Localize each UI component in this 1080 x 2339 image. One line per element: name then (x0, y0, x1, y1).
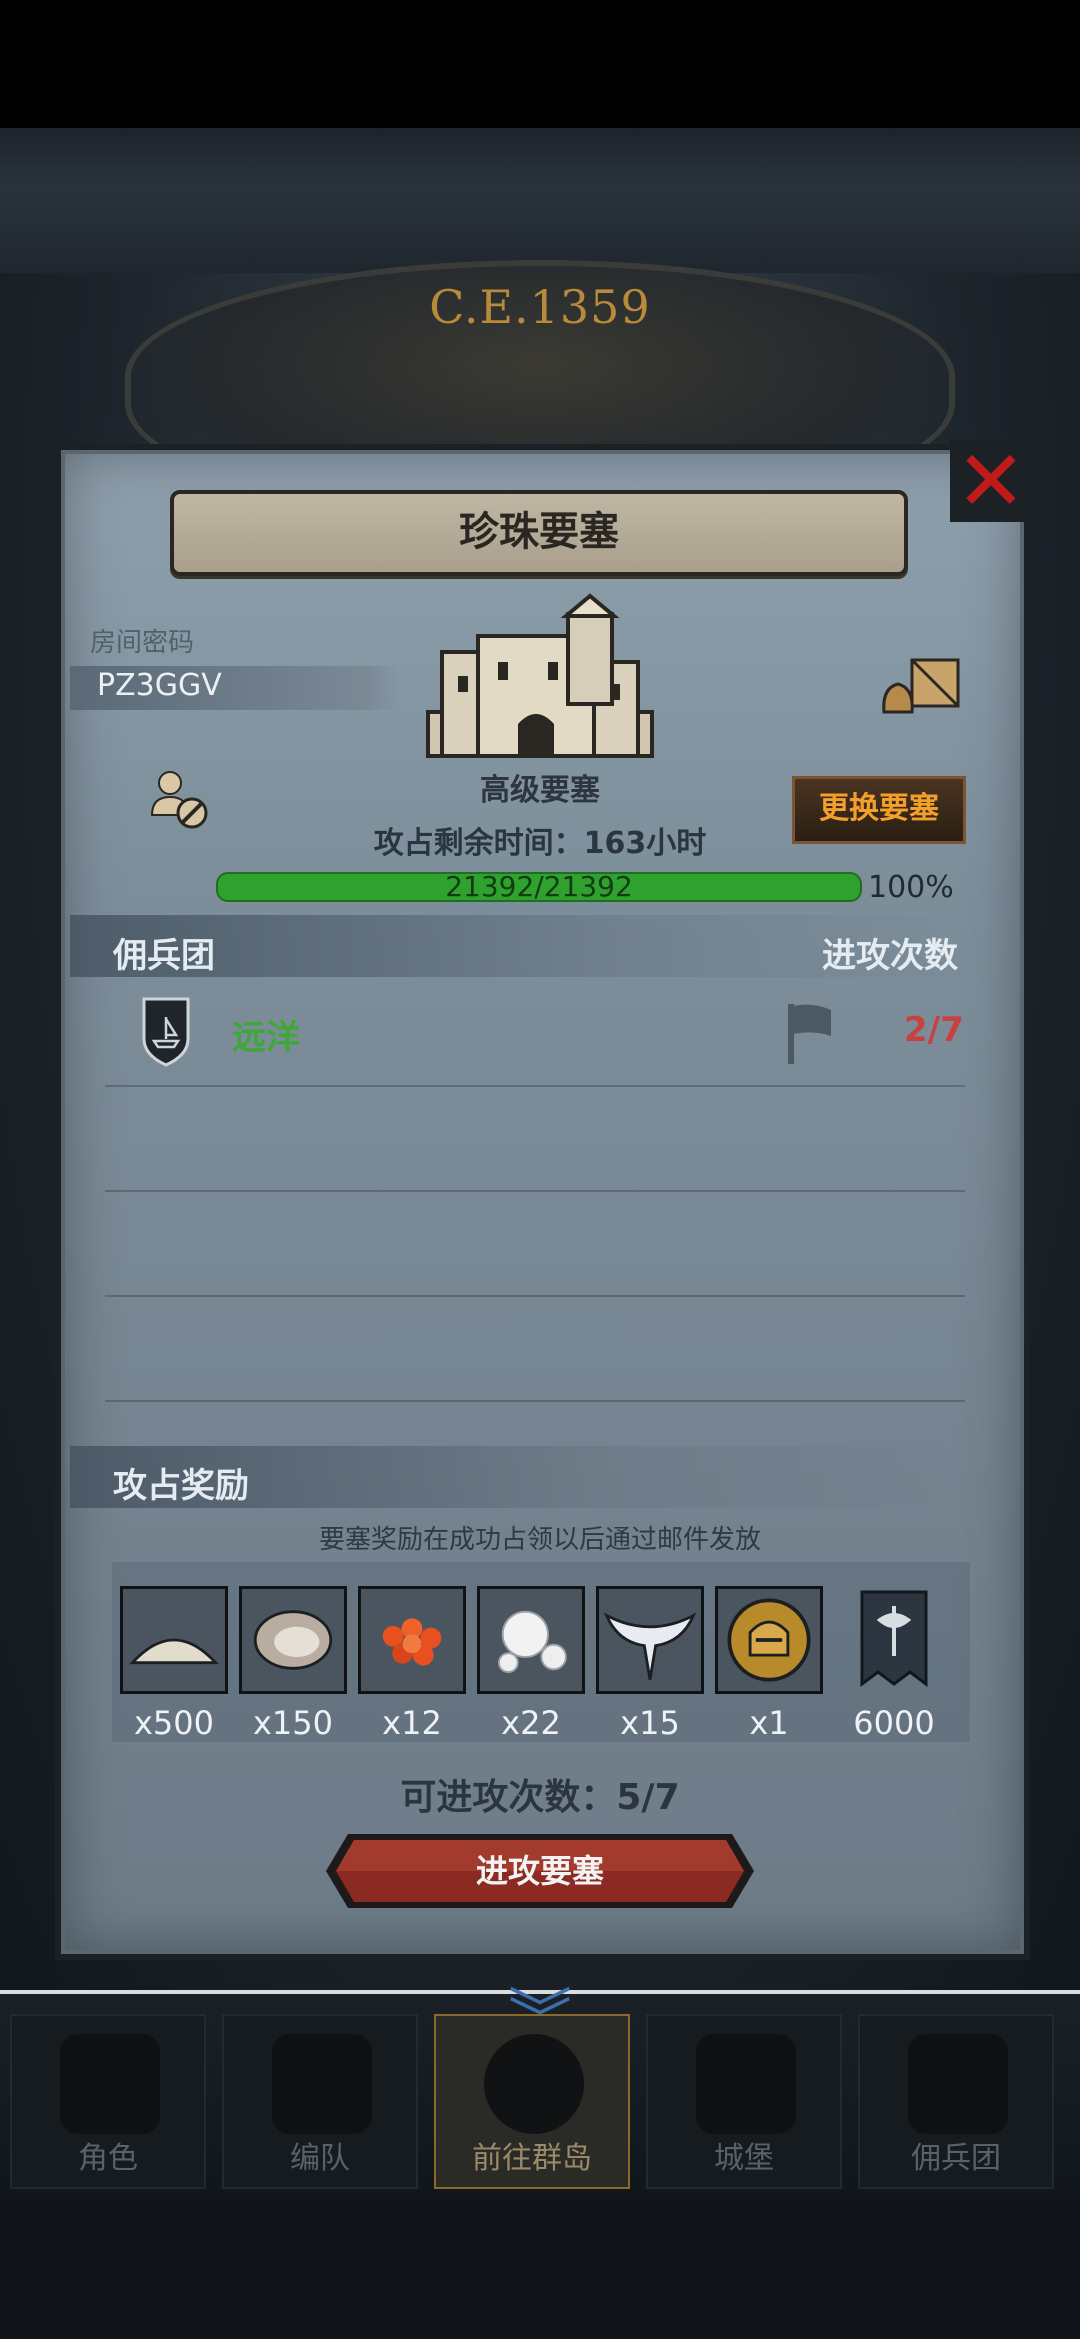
nav-tab-label: 佣兵团 (911, 2141, 1001, 2176)
character-icon (60, 2034, 160, 2134)
row-divider (105, 1295, 965, 1297)
guild-banner-icon (860, 1590, 928, 1687)
winged-blade-icon (596, 1586, 704, 1694)
reward-quantity: x500 (133, 1704, 214, 1742)
nav-tab-label: 角色 (78, 2141, 138, 2176)
attack-button-label: 进攻要塞 (475, 1852, 604, 1890)
mercenary-icon (908, 2034, 1008, 2134)
attack-count-header: 进攻次数 (822, 936, 958, 976)
reward-item[interactable]: x12 (358, 1586, 468, 1742)
reward-quantity: x1 (749, 1704, 789, 1742)
knight-helmet-coin-icon (715, 1586, 823, 1694)
reward-quantity: 6000 (853, 1704, 935, 1742)
fortress-hp-text: 21392/21392 (445, 870, 633, 903)
pearls-icon (477, 1586, 585, 1694)
oyster-icon (239, 1586, 347, 1694)
flag-icon (788, 1004, 831, 1064)
reward-item[interactable]: x22 (477, 1586, 587, 1742)
team-shield-icon (142, 997, 190, 1067)
remaining-time: 攻占剩余时间：163小时 (373, 826, 707, 861)
nav-tab-label: 编队 (290, 2141, 350, 2176)
salt-pile-icon (120, 1586, 228, 1694)
reward-note: 要塞奖励在成功占领以后通过邮件发放 (318, 1525, 761, 1555)
reward-item[interactable]: 6000 (840, 1586, 950, 1742)
fortress-type: 高级要塞 (480, 773, 600, 808)
room-code-value[interactable]: PZ3GGV (97, 668, 222, 703)
nav-tab-formation[interactable]: 编队 (222, 2014, 418, 2189)
attack-fortress-button[interactable]: 进攻要塞 (324, 1830, 756, 1912)
helmet-icon (272, 2034, 372, 2134)
era-label: C.E.1359 (429, 280, 651, 334)
bottom-bar (0, 2200, 1080, 2339)
row-divider (105, 1400, 965, 1402)
block-user-icon[interactable] (144, 765, 214, 835)
team-attack-count: 2/7 (904, 1010, 964, 1050)
reward-quantity: x22 (501, 1704, 561, 1742)
nav-tab-castle[interactable]: 城堡 (646, 2014, 842, 2189)
reward-header: 攻占奖励 (113, 1466, 249, 1506)
team-name[interactable]: 远洋 (232, 1010, 300, 1059)
reward-item[interactable]: x500 (120, 1586, 230, 1742)
castle-icon (696, 2034, 796, 2134)
row-divider (105, 1085, 965, 1087)
close-button[interactable]: ✕ (950, 432, 1032, 530)
fortress-hp-percent: 100% (868, 870, 954, 905)
reward-item[interactable]: x15 (596, 1586, 706, 1742)
fortress-icon (426, 593, 654, 758)
mercenary-header: 佣兵团 (113, 936, 215, 976)
supply-crate-icon[interactable] (878, 650, 964, 720)
row-divider (105, 1190, 965, 1192)
dialog-title: 珍珠要塞 (459, 509, 619, 555)
fish-roe-icon (358, 1586, 466, 1694)
room-code-label: 房间密码 (90, 628, 195, 658)
nav-tab-label: 前往群岛 (472, 2141, 592, 2176)
remaining-attacks: 可进攻次数：5/7 (400, 1777, 680, 1818)
status-bar (0, 0, 1080, 128)
reward-item[interactable]: x1 (715, 1586, 825, 1742)
reward-quantity: x12 (382, 1704, 442, 1742)
nav-tab-label: 城堡 (714, 2141, 774, 2176)
reward-quantity: x15 (620, 1704, 680, 1742)
nav-tab-character[interactable]: 角色 (10, 2014, 206, 2189)
dialog-title-banner: 珍珠要塞 (170, 490, 908, 576)
swap-fortress-button[interactable]: 更换要塞 (792, 776, 966, 844)
close-icon: ✕ (955, 432, 1027, 530)
chevron-down-icon: ︾ (508, 1983, 572, 2057)
reward-item[interactable]: x150 (239, 1586, 349, 1742)
reward-quantity: x150 (252, 1704, 333, 1742)
nav-tab-mercenary[interactable]: 佣兵团 (858, 2014, 1054, 2189)
game-header (0, 128, 1080, 273)
